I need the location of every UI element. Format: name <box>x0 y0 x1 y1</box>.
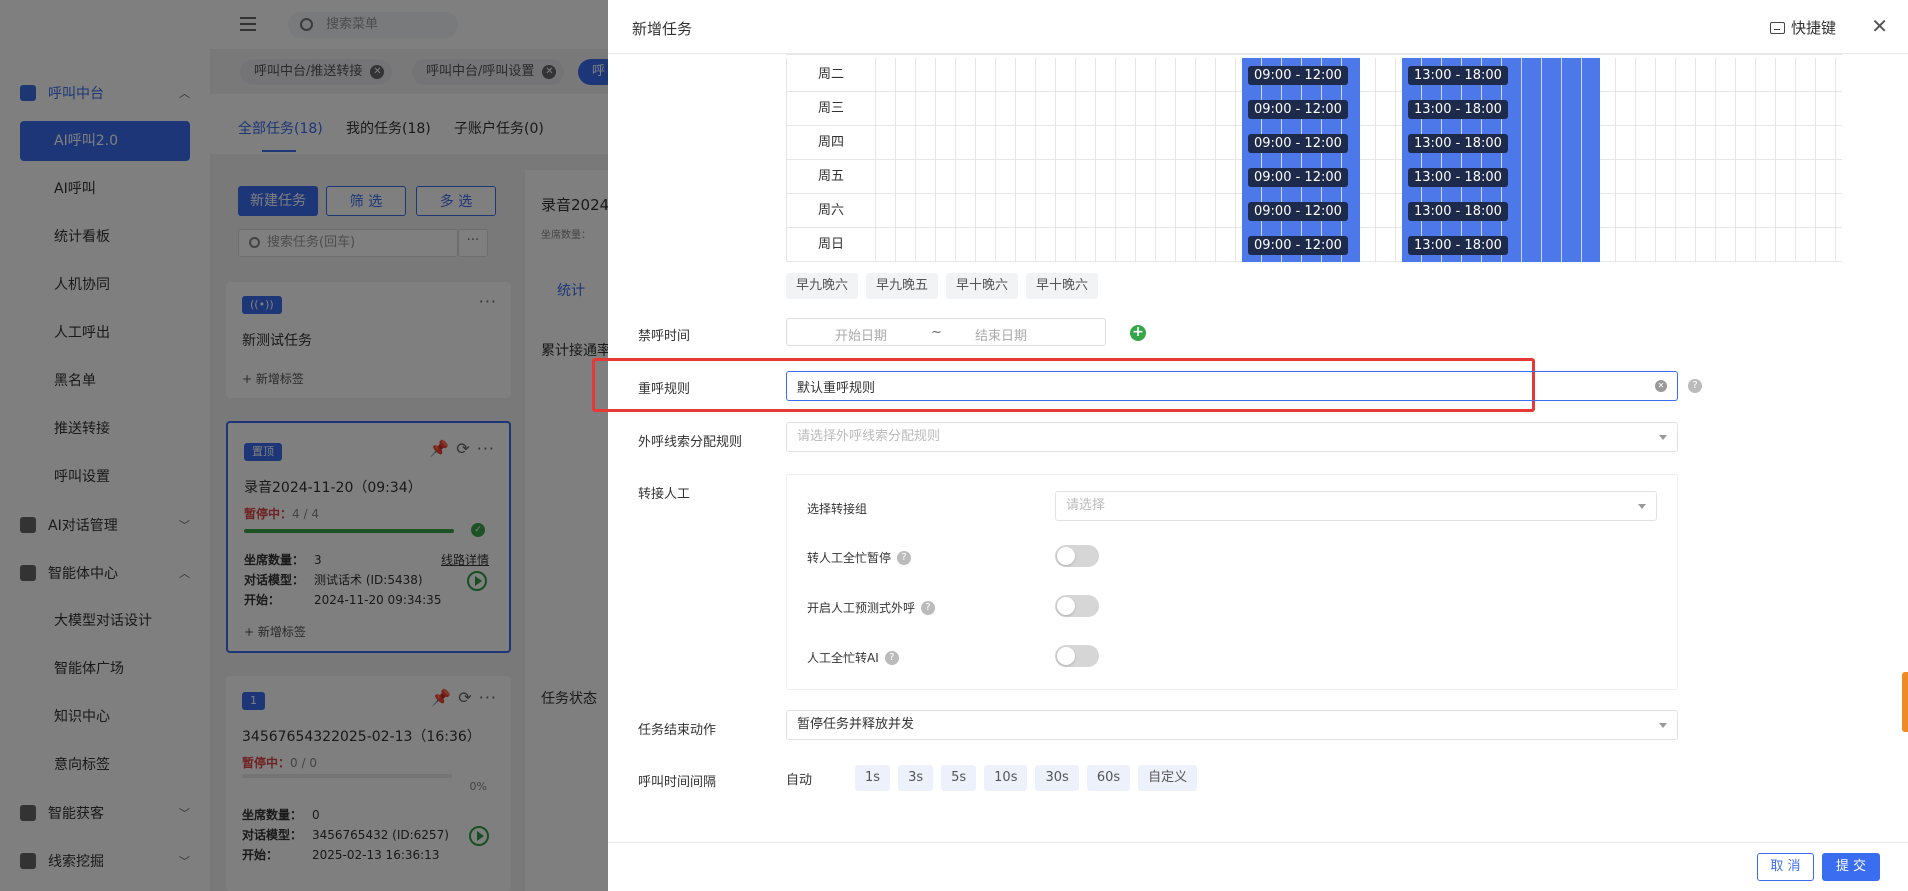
interval-option[interactable]: 30s <box>1035 765 1079 791</box>
schedule-row: 周五 09:00 - 12:00 13:00 - 18:00 <box>786 160 1842 194</box>
add-icon[interactable]: + <box>1130 325 1146 341</box>
chevron-down-icon <box>1659 723 1667 728</box>
interval-auto[interactable]: 自动 <box>786 769 812 788</box>
toggle-label: 开启人工预测式外呼 <box>807 601 916 615</box>
chevron-down-icon <box>1659 435 1667 440</box>
toggle-row: 开启人工预测式外呼 ? <box>807 599 936 616</box>
end-date-placeholder: 结束日期 <box>975 329 1028 344</box>
retry-rule-input[interactable] <box>787 372 1637 400</box>
schedule-row: 周三 09:00 - 12:00 13:00 - 18:00 <box>786 92 1842 126</box>
afternoon-label: 13:00 - 18:00 <box>1408 100 1508 119</box>
preset-button[interactable]: 早十晚六 <box>1026 273 1099 299</box>
transfer-label: 转接人工 <box>638 487 691 502</box>
morning-label: 09:00 - 12:00 <box>1248 100 1348 119</box>
day-label: 周日 <box>786 228 876 262</box>
clear-icon[interactable]: ✕ <box>1655 380 1667 392</box>
predictive-call-toggle[interactable] <box>1055 595 1099 617</box>
afternoon-label: 13:00 - 18:00 <box>1408 168 1508 187</box>
day-label: 周五 <box>786 160 876 194</box>
no-call-time-label: 禁呼时间 <box>638 329 691 344</box>
no-call-date-range[interactable]: 开始日期 ~ 结束日期 <box>786 318 1106 346</box>
interval-option[interactable]: 10s <box>984 765 1028 791</box>
help-icon[interactable]: ? <box>921 600 936 615</box>
schedule-row: 周六 09:00 - 12:00 13:00 - 18:00 <box>786 194 1842 228</box>
call-interval-options: 自动 1s 3s 5s 10s 30s 60s 自定义 <box>786 765 1198 791</box>
busy-pause-toggle[interactable] <box>1055 545 1099 567</box>
chevron-down-icon <box>1638 504 1646 509</box>
end-action-value: 暂停任务并释放并发 <box>797 717 915 732</box>
toggle-label: 人工全忙转AI <box>807 651 879 665</box>
retry-rule-select[interactable]: ✕ <box>786 371 1678 401</box>
preset-button[interactable]: 早十晚六 <box>946 273 1019 299</box>
preset-button[interactable]: 早九晚五 <box>866 273 939 299</box>
shortcut-label: 快捷键 <box>1790 19 1836 37</box>
close-icon[interactable]: ✕ <box>1871 16 1888 36</box>
end-action-label: 任务结束动作 <box>638 723 717 738</box>
day-label: 周六 <box>786 194 876 228</box>
toggle-label: 转人工全忙暂停 <box>807 551 892 565</box>
help-icon[interactable]: ? <box>884 650 899 665</box>
call-interval-label: 呼叫时间间隔 <box>638 775 717 790</box>
start-date-placeholder: 开始日期 <box>835 329 888 344</box>
preset-button[interactable]: 早九晚六 <box>786 273 859 299</box>
day-label: 周三 <box>786 92 876 126</box>
drawer-header: 新增任务 快捷键 ✕ <box>608 0 1908 54</box>
keyboard-icon <box>1769 21 1785 34</box>
day-label: 周二 <box>786 58 876 92</box>
schedule-presets: 早九晚六 早九晚五 早十晚六 早十晚六 <box>786 273 1099 299</box>
end-action-select[interactable]: 暂停任务并释放并发 <box>786 710 1678 740</box>
interval-option[interactable]: 60s <box>1086 765 1131 791</box>
morning-label: 09:00 - 12:00 <box>1248 202 1348 221</box>
interval-option-custom[interactable]: 自定义 <box>1138 765 1198 791</box>
interval-option[interactable]: 5s <box>941 765 977 791</box>
afternoon-label: 13:00 - 18:00 <box>1408 134 1508 153</box>
allocation-placeholder: 请选择外呼线索分配规则 <box>797 429 941 444</box>
interval-option[interactable]: 1s <box>855 765 891 791</box>
help-icon[interactable]: ? <box>1688 379 1702 393</box>
schedule-row: 周四 09:00 - 12:00 13:00 - 18:00 <box>786 126 1842 160</box>
transfer-group-label: 选择转接组 <box>807 502 868 516</box>
drawer-footer: 取 消 提 交 <box>608 842 1908 891</box>
cancel-button[interactable]: 取 消 <box>1757 853 1814 881</box>
morning-label: 09:00 - 12:00 <box>1248 168 1348 187</box>
morning-label: 09:00 - 12:00 <box>1248 236 1348 255</box>
allocation-rule-label: 外呼线索分配规则 <box>638 435 743 450</box>
day-label: 周四 <box>786 126 876 160</box>
retry-rule-label: 重呼规则 <box>638 382 691 397</box>
toggle-row: 人工全忙转AI ? <box>807 649 899 666</box>
help-icon[interactable]: ? <box>897 550 912 565</box>
grid-top-border <box>786 54 1842 55</box>
morning-label: 09:00 - 12:00 <box>1248 134 1348 153</box>
new-task-drawer: 新增任务 快捷键 ✕ 周二 09:00 - 12:00 13:00 - 18:0… <box>592 0 1908 891</box>
range-separator: ~ <box>931 325 942 340</box>
afternoon-label: 13:00 - 18:00 <box>1408 66 1508 85</box>
interval-option[interactable]: 3s <box>898 765 934 791</box>
busy-to-ai-toggle[interactable] <box>1055 645 1099 667</box>
transfer-settings: 选择转接组 请选择 转人工全忙暂停 ? 开启人工预测式外呼 ? 人工全忙转AI … <box>786 474 1678 690</box>
allocation-rule-select[interactable]: 请选择外呼线索分配规则 <box>786 422 1678 452</box>
submit-button[interactable]: 提 交 <box>1822 853 1880 881</box>
shortcut-button[interactable]: 快捷键 <box>1769 17 1836 38</box>
edge-feedback-tab[interactable] <box>1902 672 1908 732</box>
toggle-row: 转人工全忙暂停 ? <box>807 549 912 566</box>
drawer-title: 新增任务 <box>632 20 693 38</box>
afternoon-label: 13:00 - 18:00 <box>1408 202 1508 221</box>
transfer-group-select[interactable]: 请选择 <box>1055 491 1657 521</box>
afternoon-label: 13:00 - 18:00 <box>1408 236 1508 255</box>
morning-label: 09:00 - 12:00 <box>1248 66 1348 85</box>
transfer-group-placeholder: 请选择 <box>1066 498 1106 513</box>
schedule-row: 周二 09:00 - 12:00 13:00 - 18:00 <box>786 58 1842 92</box>
schedule-row: 周日 09:00 - 12:00 13:00 - 18:00 <box>786 228 1842 262</box>
